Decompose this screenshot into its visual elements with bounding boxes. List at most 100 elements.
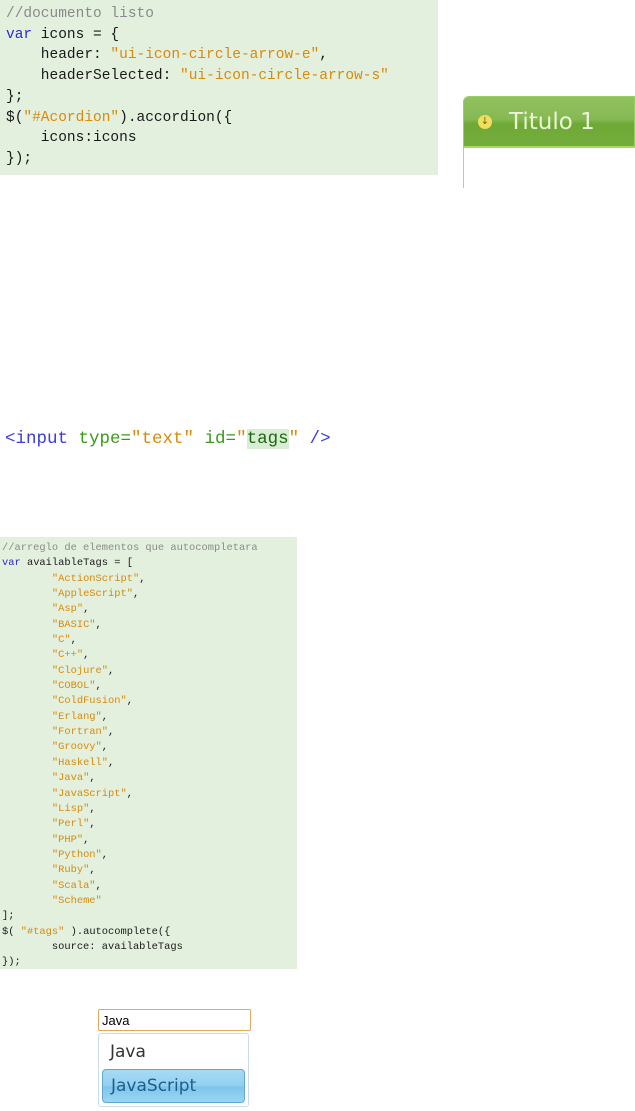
code-token: ,: [132, 588, 140, 601]
code-line: });: [2, 955, 297, 970]
code-token: "Scala": [51, 879, 96, 892]
code-token: //documento listo: [6, 6, 154, 22]
code-line: //arreglo de elementos que autocompletar…: [2, 541, 297, 556]
code-token: "text": [131, 429, 195, 449]
code-token: ,: [83, 833, 90, 846]
code-line: ];: [2, 909, 297, 924]
code-line: var icons = {: [6, 25, 438, 46]
code-token: "Perl": [51, 818, 90, 831]
code-token: type=: [78, 429, 132, 449]
code-token: "BASIC": [51, 618, 96, 631]
code-line: "Haskell",: [2, 756, 297, 771]
code-token: ,: [108, 756, 115, 769]
autocomplete-option-selected[interactable]: JavaScript: [102, 1069, 245, 1103]
code-line: "Scala",: [2, 879, 297, 894]
code-token: source: availableTags: [2, 940, 183, 953]
code-token: $(: [6, 109, 24, 126]
code-token: "Java": [51, 772, 90, 785]
accordion-header-title: Titulo 1: [509, 108, 595, 135]
code-token: tags: [246, 429, 289, 449]
code-token: "Haskell": [51, 756, 109, 769]
code-token: ,: [95, 879, 102, 892]
code-token: "ActionScript": [51, 572, 140, 585]
code-token: ,: [139, 572, 146, 585]
accordion-panel: [463, 148, 635, 188]
code-line: source: availableTags: [2, 940, 297, 955]
autocomplete-menu: Java JavaScript: [98, 1033, 249, 1107]
code-token: "COBOL": [51, 680, 96, 693]
code-line: "Ruby",: [2, 863, 297, 878]
code-token: ).accordion({: [119, 109, 233, 126]
code-token: icons:icons: [6, 130, 137, 147]
code-token: "Fortran": [51, 726, 109, 739]
code-line: "PHP",: [2, 833, 297, 848]
code-token: ).autocomplete({: [64, 925, 171, 938]
code-token: "Erlang": [51, 710, 102, 723]
code-token: ,: [89, 772, 96, 785]
code-token: icons = {: [32, 26, 120, 43]
code-token: "Lisp": [51, 802, 90, 815]
code-token: "C++": [51, 649, 84, 662]
code-token: ,: [101, 741, 109, 754]
code-token: id=: [194, 429, 237, 449]
code-token: ,: [70, 634, 77, 647]
code-line: "Python",: [2, 848, 297, 863]
code-line: $("#Acordion").accordion({: [6, 108, 438, 129]
html-input-snippet: <input type="text" id="tags" />: [5, 429, 331, 449]
code-line: "Erlang",: [2, 710, 297, 725]
code-token: ": [236, 429, 247, 449]
code-token: "ui-icon-circle-arrow-s": [180, 68, 389, 85]
code-token: "Python": [51, 848, 102, 861]
accordion-header[interactable]: ↓ Titulo 1: [463, 96, 635, 148]
code-token: header:: [6, 47, 111, 64]
code-line: "ColdFusion",: [2, 694, 297, 709]
circle-arrow-s-icon: ↓: [478, 114, 492, 129]
code-token: ,: [126, 787, 133, 800]
code-token: ,: [89, 802, 96, 815]
code-token: ,: [101, 848, 109, 861]
code-token: ];: [2, 910, 15, 923]
code-token: "Ruby": [51, 864, 90, 877]
code-line: "COBOL",: [2, 679, 297, 694]
code-token: ,: [319, 47, 328, 64]
code-token: "Clojure": [51, 664, 109, 677]
code-line: "C++",: [2, 648, 297, 663]
code-token: "#tags": [20, 925, 65, 938]
code-line: //documento listo: [6, 4, 438, 25]
code-token: availableTags = [: [20, 557, 133, 570]
code-token: "Asp": [51, 603, 84, 616]
tags-autocomplete-input[interactable]: [98, 1009, 251, 1031]
code-line: "JavaScript",: [2, 787, 297, 802]
code-token: ,: [89, 818, 96, 831]
autocomplete-code-block: //arreglo de elementos que autocompletar…: [0, 537, 297, 969]
code-token: "#Acordion": [23, 109, 120, 126]
page: //documento listo var icons = { header: "…: [0, 0, 635, 1111]
code-token: var: [6, 26, 33, 43]
code-token: ": [288, 429, 300, 449]
code-token: ,: [95, 618, 102, 631]
autocomplete-option[interactable]: Java: [102, 1036, 245, 1070]
accordion-demo: ↓ Titulo 1: [463, 96, 635, 188]
code-token: ,: [101, 710, 109, 723]
code-token: headerSelected:: [6, 68, 181, 85]
code-token: };: [6, 88, 24, 105]
code-token: $(: [2, 925, 21, 938]
code-line: };: [6, 87, 438, 108]
